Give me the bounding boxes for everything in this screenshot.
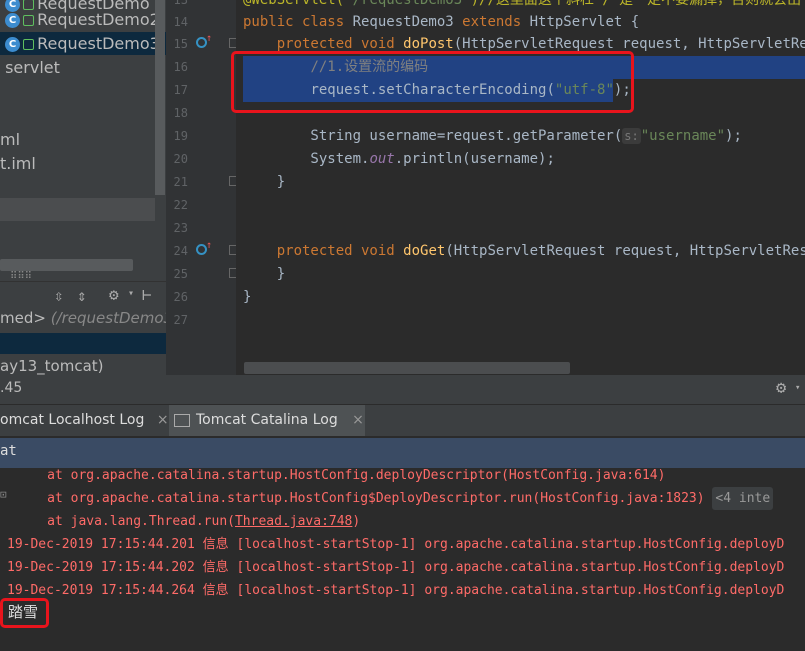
port-label: .45 (0, 380, 23, 396)
code-line-25: } (243, 266, 286, 282)
console-line: 19-Dec-2019 17:15:44.264 信息 [localhost-s… (7, 583, 785, 598)
tree-h-scrollbar[interactable] (0, 259, 133, 271)
log-tabs-bar: omcat Localhost Log × Tomcat Catalina Lo… (0, 404, 805, 436)
line-number: 14 (173, 15, 188, 29)
expand-all-icon[interactable]: ⇳ (54, 286, 64, 305)
code-line-14: public class RequestDemo3 extends HttpSe… (243, 14, 640, 30)
gear-icon[interactable]: ⚙ (776, 378, 786, 398)
editor-h-scrollbar[interactable] (244, 362, 570, 374)
annotation-box-output (0, 598, 49, 628)
console-line: 19-Dec-2019 17:15:44.201 信息 [localhost-s… (7, 537, 785, 552)
collapse-all-icon[interactable]: ⇕ (77, 286, 87, 305)
gear-icon[interactable]: ⚙ (109, 285, 119, 304)
tree-item-requestdemo2[interactable]: C RequestDemo2 (0, 8, 166, 31)
servlet-mapping-row[interactable]: med> (/requestDemo3 (0, 307, 166, 330)
tree-selection-row (0, 198, 155, 221)
line-number: 19 (173, 129, 188, 143)
console-line: at java.lang.Thread.run(Thread.java:748) (8, 514, 361, 529)
services-toolbar: ⇳ ⇕ ⚙ ▾ ⊢ (0, 281, 166, 310)
code-line-20: System.out.println(username); (243, 151, 555, 167)
line-number: 25 (173, 267, 188, 281)
console-line: at org.apache.catalina.startup.HostConfi… (8, 487, 774, 510)
line-number: 27 (173, 313, 188, 327)
arrow-up-icon: ↑ (206, 240, 213, 251)
line-number: 16 (173, 60, 188, 74)
fold-marker-icon[interactable]: ⊡ (0, 488, 7, 501)
annotation-box-code (231, 51, 634, 113)
lock-icon (23, 39, 35, 50)
tab-catalina-log[interactable]: Tomcat Catalina Log × (169, 405, 365, 436)
parameter-hint: s: (622, 128, 641, 144)
lock-icon (23, 15, 35, 26)
line-number: 21 (173, 175, 188, 189)
class-icon: C (5, 37, 21, 52)
line-number: 20 (173, 152, 188, 166)
line-number: 23 (173, 221, 188, 235)
class-icon: C (5, 13, 21, 28)
line-number: 24 (173, 244, 188, 258)
pin-left-icon[interactable]: ⊢ (142, 285, 152, 304)
folded-frames-hint[interactable]: <4 inte (712, 487, 774, 510)
code-line-26: } (243, 289, 252, 305)
code-line-19: String username=request.getParameter(s: "… (243, 128, 742, 144)
project-panel: C RequestDemo C RequestDemo2 C RequestDemo3… (0, 0, 166, 375)
arrow-up-icon: ↑ (206, 33, 213, 44)
tree-item-requestdemo3[interactable]: C RequestDemo3 (0, 32, 166, 55)
tree-scrollbar[interactable] (155, 0, 165, 195)
line-number: 18 (173, 106, 188, 120)
line-number: 22 (173, 198, 188, 212)
line-number: 17 (173, 83, 188, 97)
code-line-24: protected void doGet(HttpServletRequest … (243, 243, 805, 259)
line-number: 15 (173, 37, 188, 51)
chevron-down-icon[interactable]: ▾ (795, 383, 800, 393)
chevron-down-icon[interactable]: ▾ (128, 288, 134, 299)
services-selected-row[interactable] (0, 333, 166, 354)
code-line-21: } (243, 174, 286, 190)
source-link[interactable]: Thread.java:748 (235, 514, 352, 529)
run-panel-header: .45 ⚙ ▾ (0, 375, 805, 404)
tree-item-t-iml[interactable]: t.iml (0, 152, 166, 175)
console-line: at org.apache.catalina.startup.HostConfi… (8, 468, 666, 483)
console-line: 19-Dec-2019 17:15:44.202 信息 [localhost-s… (7, 560, 785, 575)
tree-item-servlet[interactable]: servlet (0, 56, 166, 79)
tree-item-iml[interactable]: ml (0, 128, 166, 151)
line-number: 26 (173, 290, 188, 304)
log-file-icon (174, 413, 190, 427)
close-icon[interactable]: × (157, 412, 169, 428)
close-icon[interactable]: × (352, 412, 364, 428)
tab-localhost-log[interactable]: omcat Localhost Log × (0, 405, 169, 436)
